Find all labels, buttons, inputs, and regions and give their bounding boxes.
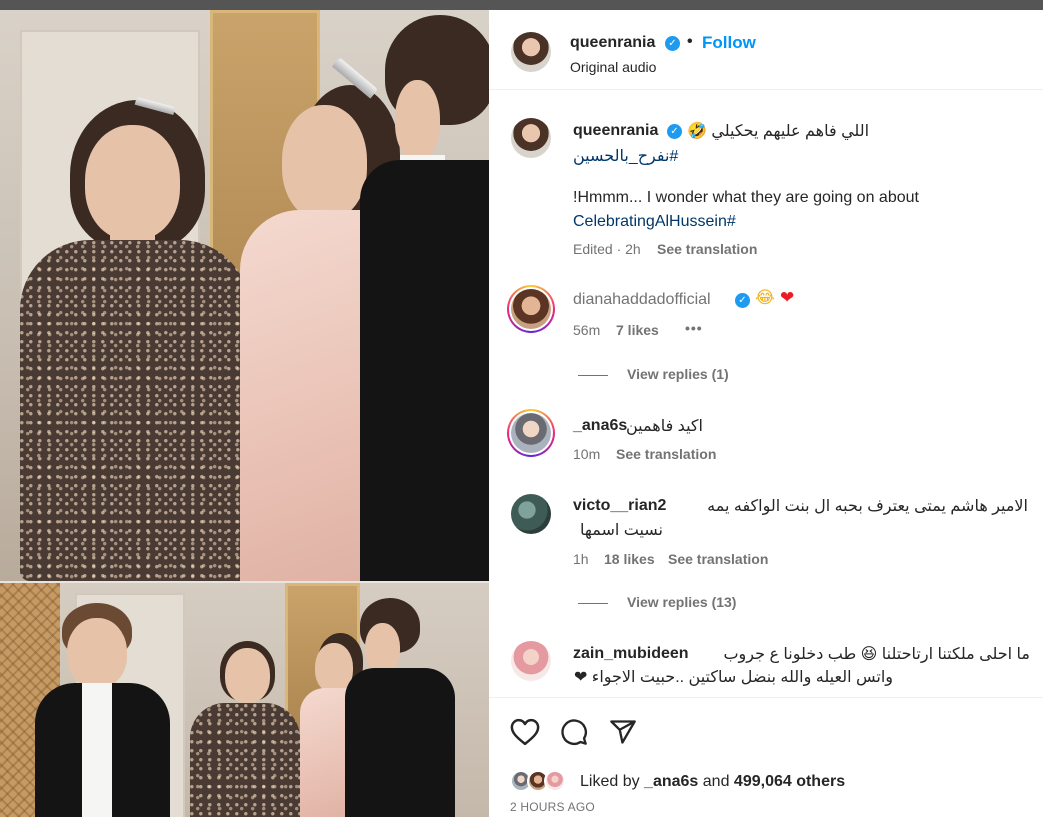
comments-list[interactable]: queenrania ✓ اللي فاهم عليهم يحكيلي 🤣 #ن… [489,91,1043,687]
white-shirt [82,683,112,817]
likes-middle: and [702,773,730,790]
author-avatar[interactable] [511,118,551,158]
likes-summary[interactable]: Liked by _ana6s and 499,064 others [580,773,845,791]
replies-divider [578,375,608,376]
video-frame-bottom [0,583,489,817]
likes-count[interactable]: 499,064 others [734,773,845,790]
black-tuxedo [345,668,455,817]
figure-face [365,623,400,673]
figure-face [395,80,440,160]
post-media[interactable] [0,10,489,817]
heart-emoji-icon: ❤ [780,288,795,308]
likes-prefix: Liked by [580,773,640,790]
caption-arabic: اللي فاهم عليهم يحكيلي 🤣 [687,123,870,140]
comment-text-line2: نسيت اسمها [579,522,663,539]
view-replies-button[interactable]: View replies (13) [627,594,736,610]
post-actions: Liked by _ana6s and 499,064 others 2 HOU… [489,697,1043,817]
figure-face [282,105,367,220]
audio-link[interactable]: Original audio [570,59,656,75]
comment-likes[interactable]: 18 likes [604,551,655,567]
more-options-icon[interactable]: ••• [685,320,703,336]
figure-face [67,618,127,688]
follow-button[interactable]: Follow [702,33,756,53]
see-translation-link[interactable]: See translation [657,241,757,257]
commenter-username[interactable]: zain_mubideen [573,645,689,663]
caption-meta: Edited · 2h [573,241,641,257]
laughing-emoji-icon: 😂 [755,288,775,308]
comment-text-line1: الامير هاشم يمتى يعترف بحبه ال بنت الواك… [707,498,1028,515]
commenter-avatar[interactable] [511,413,551,453]
comment-likes[interactable]: 7 likes [616,322,659,338]
paper-plane-icon[interactable] [609,718,637,751]
comment-bubble-icon[interactable] [560,718,588,751]
story-ring[interactable] [507,285,555,333]
browser-top-bar [0,0,1043,10]
figure-face [225,648,270,703]
commenter-username[interactable]: dianahaddadofficial [573,291,711,309]
liker-avatar [544,770,566,792]
heart-outline-icon[interactable] [510,718,540,751]
comment-text-line2: واتس العيله والله بنضل ساكتين ..حبيت الا… [573,669,893,686]
author-username[interactable]: queenrania [570,34,655,52]
see-translation-link[interactable]: See translation [616,446,716,462]
post-details-panel: queenrania ✓ • Follow Original audio que… [489,10,1043,817]
sequin-dress [20,240,250,581]
commenter-avatar[interactable] [511,494,551,534]
author-avatar[interactable] [511,32,551,72]
caption-hashtag-english[interactable]: CelebratingAlHussein# [573,213,736,231]
see-translation-link[interactable]: See translation [668,551,768,567]
post-timestamp: 2 HOURS AGO [510,800,595,814]
comment-time: 1h [573,551,589,567]
comment-time: 10m [573,446,601,462]
caption-hashtag-arabic[interactable]: #نفرح_بالحسين [573,146,678,166]
verified-badge-icon: ✓ [667,124,682,139]
sequin-dress [190,703,300,817]
comment-text: اكيد فاهمين [626,418,703,435]
comment-text-line1: ما احلى ملكتنا ارتاحتلنا 😆 طب دخلونا ع ج… [723,646,1030,663]
verified-badge-icon: ✓ [735,293,750,308]
commenter-avatar[interactable] [511,641,551,681]
post-header: queenrania ✓ • Follow Original audio [489,10,1043,90]
view-replies-button[interactable]: View replies (1) [627,366,729,382]
likes-user[interactable]: _ana6s [644,773,698,790]
caption-english: !Hmmm... I wonder what they are going on… [573,189,919,206]
comment-time: 56m [573,322,601,338]
figure-face [85,125,180,240]
caption-username[interactable]: queenrania [573,122,658,140]
black-tuxedo [360,160,489,581]
commenter-avatar[interactable] [511,289,551,329]
header-separator: • [687,33,693,50]
verified-badge-icon: ✓ [665,36,680,51]
replies-divider [578,603,608,604]
commenter-username[interactable]: _ana6s [573,417,627,435]
video-frame-top [0,10,489,581]
commenter-username[interactable]: victo__rian2 [573,497,666,515]
story-ring[interactable] [507,409,555,457]
